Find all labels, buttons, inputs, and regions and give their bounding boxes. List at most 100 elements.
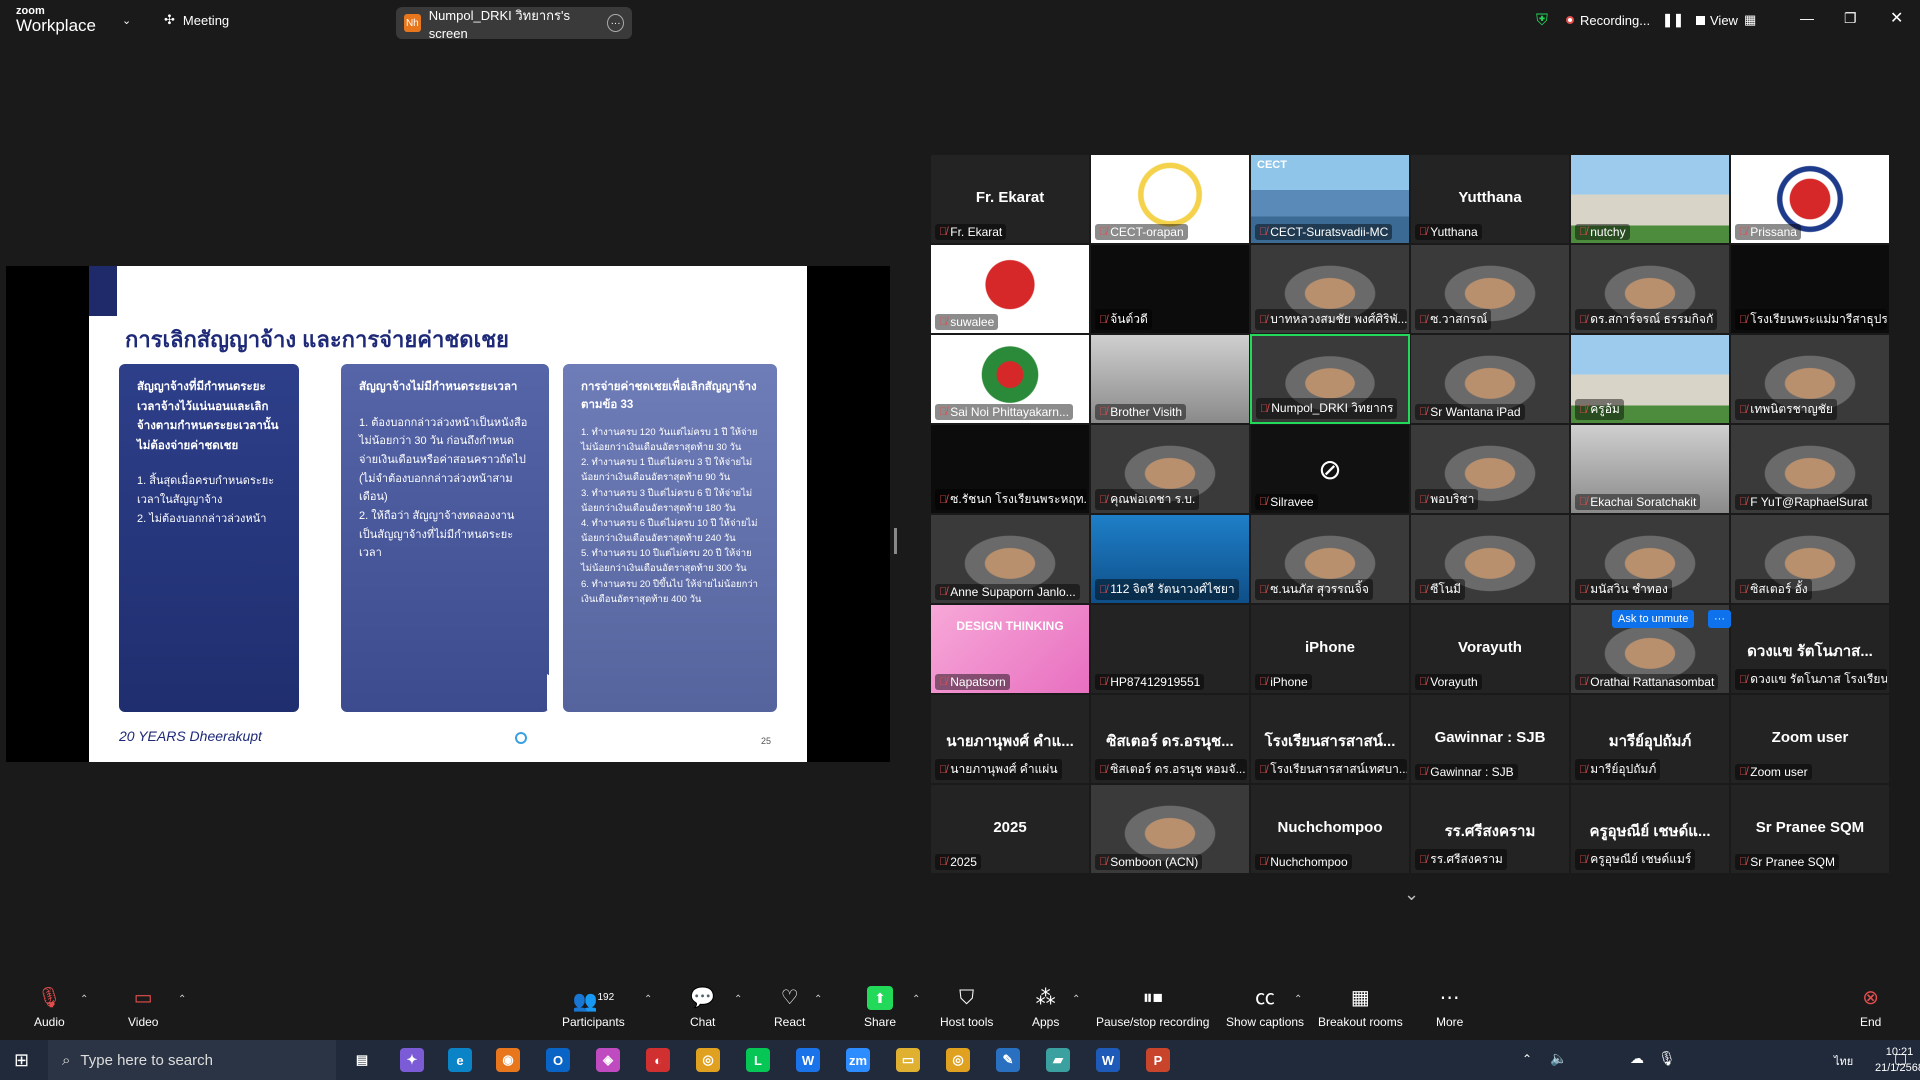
webex-icon[interactable]: W: [796, 1048, 820, 1072]
participant-tile[interactable]: 🎙̸ Sai Noi Phittayakarn...: [930, 334, 1090, 424]
minimize-icon[interactable]: —: [1800, 10, 1814, 26]
participant-tile[interactable]: CECT 🎙̸ CECT-Suratsvadii-MC: [1250, 154, 1410, 244]
language-indicator[interactable]: ไทย: [1834, 1052, 1853, 1070]
chevron-down-icon[interactable]: ⌄: [122, 14, 131, 27]
windows-start-icon[interactable]: ⊞: [14, 1050, 29, 1071]
participant-tile[interactable]: Nuchchompoo 🎙̸ Nuchchompoo: [1250, 784, 1410, 874]
share-button[interactable]: ⬆ Share: [864, 986, 896, 1029]
pause-icon[interactable]: ❚❚: [1662, 12, 1684, 28]
audio-button[interactable]: 🎙 Audio: [34, 986, 65, 1029]
screen-share-pill[interactable]: Nh Numpol_DRKI วิทยากร's screen ···: [396, 7, 632, 41]
participant-tile[interactable]: 2025 🎙̸ 2025: [930, 784, 1090, 874]
participant-tile[interactable]: 🎙̸ F YuT@RaphaelSurat: [1730, 424, 1890, 514]
chrome-icon[interactable]: ◎: [696, 1048, 720, 1072]
participant-tile[interactable]: 🎙̸ Prissana: [1730, 154, 1890, 244]
host-tools-button[interactable]: ⛉ Host tools: [940, 986, 993, 1029]
caret-up-icon[interactable]: ⌃: [178, 994, 186, 1005]
participant-tile[interactable]: รร.ศรีสงคราม 🎙̸ รร.ศรีสงคราม: [1410, 784, 1570, 874]
participant-tile[interactable]: Sr Pranee SQM 🎙̸ Sr Pranee SQM: [1730, 784, 1890, 874]
participant-tile[interactable]: มารีย์อุปถัมภ์ 🎙̸ มารีย์อุปถัมภ์: [1570, 694, 1730, 784]
participant-tile[interactable]: 🎙̸ nutchy: [1570, 154, 1730, 244]
participant-tile[interactable]: 🎙̸ มนัสวิน ชำทอง: [1570, 514, 1730, 604]
network-icon[interactable]: ☁: [1630, 1050, 1644, 1067]
powerpoint-icon[interactable]: P: [1146, 1048, 1170, 1072]
participant-tile[interactable]: 🎙̸ โรงเรียนพระแม่มารีสาธุปร...: [1730, 244, 1890, 334]
file-explorer-icon[interactable]: ▭: [896, 1048, 920, 1072]
participant-tile[interactable]: 🎙̸ Brother Visith: [1090, 334, 1250, 424]
caret-up-icon[interactable]: ⌃: [644, 994, 652, 1005]
mic-tray-icon[interactable]: 🎙: [1658, 1050, 1676, 1067]
participant-tile[interactable]: 🎙̸ เทพนิตรชาญชัย: [1730, 334, 1890, 424]
taskbar-search[interactable]: ⌕ Type here to search: [48, 1040, 336, 1080]
apps-button[interactable]: ⁂ Apps: [1032, 986, 1059, 1029]
participant-tile[interactable]: iPhone 🎙̸ iPhone: [1250, 604, 1410, 694]
participant-tile[interactable]: 🎙̸ Somboon (ACN): [1090, 784, 1250, 874]
more-button[interactable]: ⋯ More: [1436, 986, 1463, 1029]
meeting-menu[interactable]: ✣ Meeting: [164, 12, 229, 28]
participant-tile[interactable]: 🎙̸ HP87412919551: [1090, 604, 1250, 694]
firefox-icon[interactable]: ◉: [496, 1048, 520, 1072]
video-button[interactable]: ▭ Video: [128, 986, 158, 1029]
restore-icon[interactable]: ❐: [1844, 10, 1857, 27]
react-button[interactable]: ♡ React: [774, 986, 805, 1029]
notification-icon[interactable]: ▢: [1894, 1050, 1907, 1067]
breakout-rooms-button[interactable]: ▦ Breakout rooms: [1318, 986, 1403, 1029]
participant-tile[interactable]: Gawinnar : SJB 🎙̸ Gawinnar : SJB: [1410, 694, 1570, 784]
resize-handle[interactable]: [894, 528, 897, 554]
unmute-more-button[interactable]: ···: [1708, 610, 1731, 628]
participant-tile[interactable]: 🎙̸ ดร.สการ์จรณ์ ธรรมกิจกั: [1570, 244, 1730, 334]
recording-indicator[interactable]: Recording... ❚❚: [1566, 12, 1705, 28]
caret-up-icon[interactable]: ⌃: [734, 994, 742, 1005]
participant-tile[interactable]: 🎙̸ ซีโนมี: [1410, 514, 1570, 604]
view-button[interactable]: View ▦: [1710, 12, 1756, 28]
paint-icon[interactable]: ✎: [996, 1048, 1020, 1072]
participant-tile[interactable]: Zoom user 🎙̸ Zoom user: [1730, 694, 1890, 784]
copilot-icon[interactable]: ✦: [400, 1048, 424, 1072]
security-icon[interactable]: ⛨: [1536, 12, 1548, 30]
participant-tile[interactable]: 🎙̸ Ekachai Soratchakit: [1570, 424, 1730, 514]
participant-tile[interactable]: 🎙̸ ซ.นนภัส สุวรรณจิ้จ: [1250, 514, 1410, 604]
participant-tile[interactable]: 🎙̸ คุณพ่อเดชา ร.บ.: [1090, 424, 1250, 514]
pause-recording-button[interactable]: ⏸⏹ Pause/stop recording: [1096, 986, 1209, 1029]
participant-tile[interactable]: 🎙̸ Sr Wantana iPad: [1410, 334, 1570, 424]
participant-tile[interactable]: ดวงแข รัตโนภาส... 🎙̸ ดวงแข รัตโนภาส โรงเรี…: [1730, 604, 1890, 694]
stop-icon[interactable]: [1695, 15, 1705, 25]
participant-tile[interactable]: DESIGN THINKING 🎙̸ Napatsorn: [930, 604, 1090, 694]
caret-up-icon[interactable]: ⌃: [912, 994, 920, 1005]
participant-tile[interactable]: 🎙̸ ครูอ้ม: [1570, 334, 1730, 424]
task-view-icon[interactable]: ▤: [350, 1048, 374, 1072]
end-button[interactable]: ⊗ End: [1860, 986, 1881, 1029]
edge-icon[interactable]: e: [448, 1048, 472, 1072]
zoom-taskbar-icon[interactable]: zm: [846, 1048, 870, 1072]
outlook-icon[interactable]: O: [546, 1048, 570, 1072]
tray-chevron-icon[interactable]: ⌃: [1522, 1052, 1532, 1066]
participant-tile[interactable]: 🎙̸ 112 จิตรี รัตนาวงศ์ไชยา: [1090, 514, 1250, 604]
participant-tile[interactable]: Yutthana 🎙̸ Yutthana: [1410, 154, 1570, 244]
participant-tile[interactable]: 🎙̸ Anne Supaporn Janlo...: [930, 514, 1090, 604]
caret-up-icon[interactable]: ⌃: [1294, 994, 1302, 1005]
participant-tile[interactable]: นายภานุพงศ์ คำแ... 🎙̸ นายภานุพงศ์ คำแผ่น: [930, 694, 1090, 784]
participant-tile[interactable]: Vorayuth 🎙̸ Vorayuth: [1410, 604, 1570, 694]
participant-tile[interactable]: 🎙̸ ซ.รัชนก โรงเรียนพระหฤท...: [930, 424, 1090, 514]
participant-tile[interactable]: 🎙̸ CECT-orapan: [1090, 154, 1250, 244]
word-icon[interactable]: W: [1096, 1048, 1120, 1072]
app-icon[interactable]: ◐: [646, 1048, 670, 1072]
participants-button[interactable]: 👥192 Participants: [562, 986, 625, 1029]
participant-tile[interactable]: 🎙̸ จ้นต์วดี: [1090, 244, 1250, 334]
caret-up-icon[interactable]: ⌃: [80, 994, 88, 1005]
participant-tile[interactable]: ⊘ 🎙̸ Silravee: [1250, 424, 1410, 514]
caret-up-icon[interactable]: ⌃: [1072, 994, 1080, 1005]
participant-tile[interactable]: 🎙̸ ซ.วาสกรณ์: [1410, 244, 1570, 334]
close-icon[interactable]: ✕: [1890, 8, 1903, 28]
participant-tile[interactable]: 🎙̸ suwalee: [930, 244, 1090, 334]
volume-icon[interactable]: 🔈: [1550, 1050, 1567, 1067]
chrome-icon[interactable]: ◎: [946, 1048, 970, 1072]
participant-tile[interactable]: ซิสเตอร์ ดร.อรนุช... 🎙̸ ซิสเตอร์ ดร.อรนุช …: [1090, 694, 1250, 784]
participant-tile[interactable]: Fr. Ekarat 🎙̸ Fr. Ekarat: [930, 154, 1090, 244]
participant-tile[interactable]: 🎙̸ Numpol_DRKI วิทยากร: [1250, 334, 1410, 424]
caret-up-icon[interactable]: ⌃: [814, 994, 822, 1005]
captions-button[interactable]: ㏄ Show captions: [1226, 986, 1304, 1029]
ask-to-unmute-button[interactable]: Ask to unmute: [1612, 610, 1695, 628]
participant-tile[interactable]: 🎙̸ ซิสเตอร์ อั้ง: [1730, 514, 1890, 604]
participant-tile[interactable]: 🎙̸ พอบริชา: [1410, 424, 1570, 514]
